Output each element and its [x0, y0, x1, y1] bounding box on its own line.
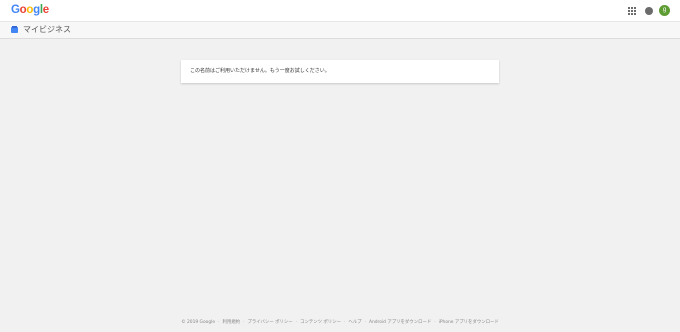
- top-app-bar: Google g: [0, 0, 680, 21]
- account-avatar[interactable]: g: [659, 5, 670, 16]
- logo-letter: g: [33, 4, 40, 16]
- footer-link-help[interactable]: ヘルプ: [348, 320, 361, 325]
- footer-link-android-app[interactable]: Android アプリをダウンロード: [369, 320, 431, 325]
- logo-letter: e: [42, 4, 49, 16]
- product-title: マイビジネス: [23, 25, 71, 34]
- footer-link-content-policy[interactable]: コンテンツ ポリシー: [300, 320, 341, 325]
- product-subheader: マイビジネス: [0, 21, 680, 39]
- footer-copyright: © 2019 Google: [181, 320, 216, 325]
- footer-link-privacy[interactable]: プライバシー ポリシー: [247, 320, 292, 325]
- logo-letter: G: [11, 4, 20, 16]
- logo-letter: o: [26, 4, 34, 16]
- footer: © 2019 Google · 利用規約 · プライバシー ポリシー · コンテンツ ポリシ…: [181, 320, 499, 325]
- notifications-icon[interactable]: [645, 7, 653, 15]
- logo-letter: o: [19, 4, 27, 16]
- avatar-initial: g: [662, 7, 667, 13]
- error-message-card: この名前はご利用いただけません。もう一度お試しください。: [181, 60, 499, 83]
- footer-link-terms[interactable]: 利用規約: [222, 320, 240, 325]
- apps-grid-icon[interactable]: [628, 7, 637, 16]
- error-message-text: この名前はご利用いただけません。もう一度お試しください。: [190, 68, 330, 74]
- google-my-business-icon: [11, 26, 18, 33]
- footer-link-iphone-app[interactable]: iPhone アプリをダウンロード: [439, 320, 499, 325]
- google-logo[interactable]: Google: [11, 3, 49, 17]
